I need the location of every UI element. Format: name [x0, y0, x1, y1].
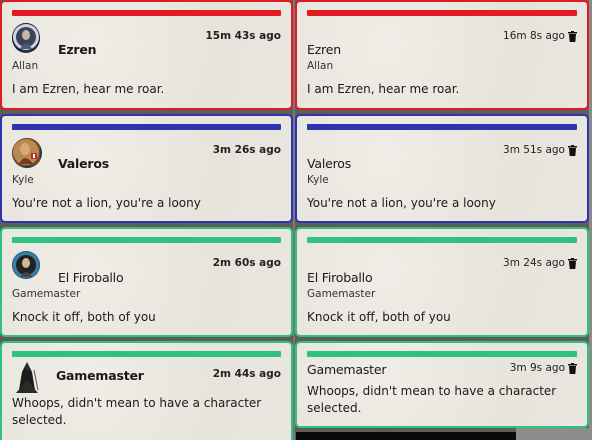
- message-line: Whoops, didn't mean to have a character: [12, 396, 262, 410]
- message-text: You're not a lion, you're a loony: [12, 196, 201, 210]
- speaker-color-bar: [12, 351, 281, 357]
- message-timestamp: 2m 44s ago: [212, 368, 281, 380]
- speaker-color-bar: [307, 124, 577, 130]
- speaker-color-bar: [12, 237, 281, 243]
- speaker-color-bar: [12, 10, 281, 16]
- message-timestamp: 3m 24s ago: [503, 257, 565, 269]
- message-timestamp: 15m 43s ago: [205, 30, 281, 42]
- chat-message: Valeros Kyle 3m 51s ago You're not a lio…: [295, 114, 589, 223]
- speaker-color-bar: [307, 351, 577, 357]
- speaker-name: Ezren: [307, 42, 341, 57]
- chat-message: El Firoballo Gamemaster 2m 60s ago Knock…: [0, 227, 293, 337]
- message-text: I am Ezren, hear me roar.: [307, 82, 460, 96]
- speaker-color-bar: [12, 124, 281, 130]
- valeros-portrait-icon[interactable]: [12, 138, 42, 168]
- message-text: I am Ezren, hear me roar.: [12, 82, 165, 96]
- speaker-color-bar: [307, 237, 577, 243]
- player-name: Allan: [12, 60, 39, 72]
- chat-message: Gamemaster 3m 9s ago Whoops, didn't mean…: [295, 341, 589, 428]
- scrollbar-corner: [516, 428, 592, 440]
- player-name: Allan: [307, 60, 334, 72]
- chat-message: El Firoballo Gamemaster 3m 24s ago Knock…: [295, 227, 589, 337]
- message-text: Whoops, didn't mean to have a character …: [307, 383, 577, 417]
- trash-icon[interactable]: [568, 145, 577, 156]
- chat-message: Valeros Kyle 3m 26s ago You're not a lio…: [0, 114, 293, 223]
- speaker-name: El Firoballo: [58, 270, 124, 285]
- speaker-name: Ezren: [58, 42, 97, 57]
- ezren-portrait-icon[interactable]: [12, 23, 40, 53]
- message-text: Whoops, didn't mean to have a character …: [12, 395, 281, 429]
- message-timestamp: 16m 8s ago: [503, 30, 565, 42]
- speaker-name: Valeros: [307, 156, 352, 171]
- message-text: Knock it off, both of you: [307, 310, 451, 324]
- player-name: Gamemaster: [12, 288, 81, 300]
- trash-icon[interactable]: [568, 363, 577, 374]
- message-line: Whoops, didn't mean to have a character: [307, 384, 557, 398]
- speaker-name: Gamemaster: [56, 368, 144, 383]
- speaker-name: Valeros: [58, 156, 109, 171]
- message-timestamp: 2m 60s ago: [212, 257, 281, 269]
- hooded-figure-icon[interactable]: [14, 360, 40, 394]
- message-text: Knock it off, both of you: [12, 310, 156, 324]
- message-line: selected.: [12, 413, 67, 427]
- message-line: selected.: [307, 401, 362, 415]
- message-timestamp: 3m 51s ago: [503, 144, 565, 156]
- message-text: You're not a lion, you're a loony: [307, 196, 496, 210]
- speaker-name: Gamemaster: [307, 362, 387, 377]
- speaker-color-bar: [307, 10, 577, 16]
- chat-message: Ezren Allan 15m 43s ago I am Ezren, hear…: [0, 0, 293, 110]
- player-name: Gamemaster: [307, 288, 376, 300]
- message-timestamp: 3m 26s ago: [212, 144, 281, 156]
- message-timestamp: 3m 9s ago: [509, 362, 565, 374]
- trash-icon[interactable]: [568, 258, 577, 269]
- player-name: Kyle: [12, 174, 34, 186]
- chat-input-edge: [296, 432, 516, 440]
- chat-message: Ezren Allan 16m 8s ago I am Ezren, hear …: [295, 0, 589, 110]
- speaker-name: El Firoballo: [307, 270, 373, 285]
- chat-message: Gamemaster 2m 44s ago Whoops, didn't mea…: [0, 341, 293, 440]
- firoballo-portrait-icon[interactable]: [12, 251, 40, 279]
- player-name: Kyle: [307, 174, 329, 186]
- trash-icon[interactable]: [568, 31, 577, 42]
